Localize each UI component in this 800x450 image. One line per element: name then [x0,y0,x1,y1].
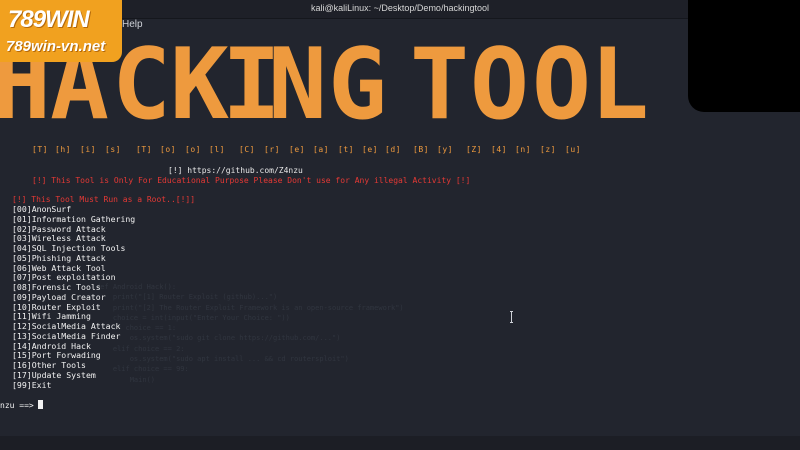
banner-letter: N [268,28,328,142]
banner-letter: O [470,28,530,142]
logo-brand-text: 789WIN [8,6,90,33]
banner-letter: O [532,28,592,142]
subtitle-token: [B] [413,145,429,154]
subtitle-token: [o] [160,145,176,154]
subtitle-token: [y] [437,145,453,154]
screen-corner-overlay [688,0,800,112]
subtitle-token: [o] [185,145,201,154]
banner-letter: L [590,28,650,142]
subtitle-token: [r] [264,145,280,154]
tool-menu-list: [00]AnonSurf [01]Information Gathering [… [12,204,135,390]
watermark-logo: 789WIN 789win-vn.net [0,0,122,62]
subtitle-token: [n] [515,145,531,154]
banner-letter: T [410,28,470,142]
editor-statusbar-ghost [0,436,800,450]
background-code-ghost: def Android Hack(): print("[1] Router Ex… [96,283,404,384]
terminal-window: def Android Hack(): print("[1] Router Ex… [0,0,800,450]
ibeam-cursor-icon [510,311,513,323]
subtitle-token: [a] [313,145,329,154]
subtitle-token: [d] [385,145,401,154]
subtitle-token: [T] [136,145,152,154]
banner-letter: K [170,28,230,142]
subtitle-token: [C] [239,145,255,154]
command-prompt[interactable]: nzu ==> [0,400,43,410]
subtitle-token: [l] [209,145,225,154]
banner-letter: G [328,28,388,142]
legal-warning: [!] This Tool is Only For Educational Pu… [32,176,471,185]
subtitle-token: [h] [55,145,71,154]
subtitle-token: [z] [540,145,556,154]
menu-option-exit: [99]Exit [12,379,52,390]
subtitle-token: [e] [289,145,305,154]
root-warning: [!] This Tool Must Run as a Root..[!]] [12,195,196,204]
subtitle-token: [e] [362,145,378,154]
logo-url-text: 789win-vn.net [6,38,106,55]
subtitle-token: [t] [338,145,354,154]
subtitle-token: [4] [491,145,507,154]
github-link-text: [!] https://github.com/Z4nzu [168,166,303,175]
subtitle-token: [u] [565,145,581,154]
subtitle-token: [T] [32,145,48,154]
prompt-text: nzu ==> [0,401,34,410]
subtitle-token: [Z] [466,145,482,154]
subtitle-token: [s] [105,145,121,154]
text-cursor [37,400,43,409]
subtitle-token: [i] [80,145,96,154]
